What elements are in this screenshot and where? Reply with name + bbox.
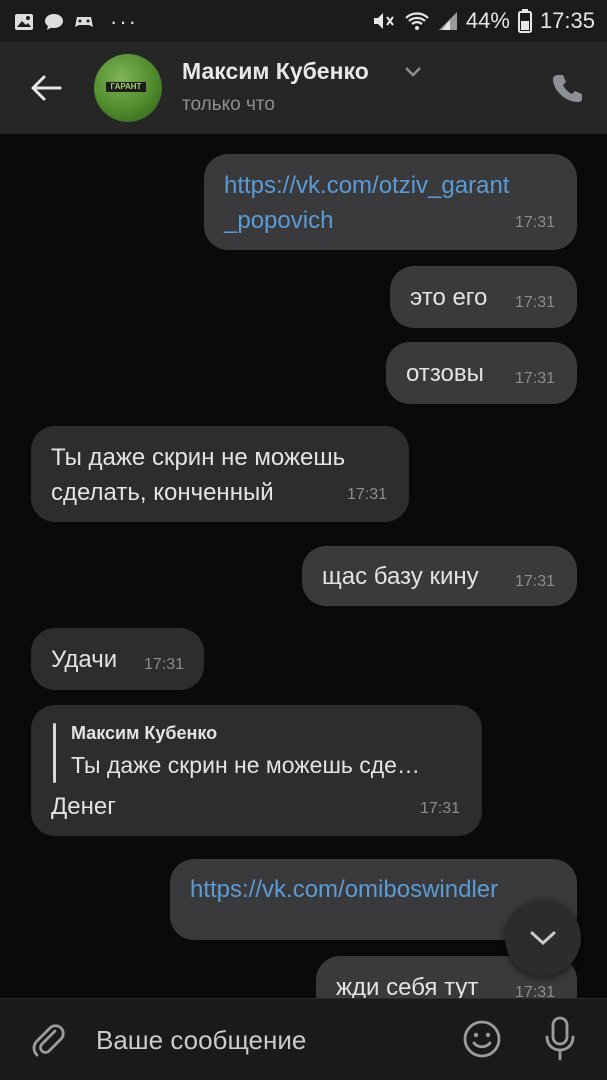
- message-text: Денег: [51, 793, 116, 820]
- message-text: жди себя тут: [336, 974, 479, 998]
- message-line: https://vk.com/otziv_garant: [224, 172, 510, 199]
- signal-icon: [438, 12, 457, 30]
- message-text: Удачи: [51, 646, 118, 673]
- reply-text[interactable]: Ты даже скрин не можешь сде…: [71, 749, 420, 781]
- message-line: _popovich: [224, 207, 334, 234]
- message-line: сделать, конченный: [51, 479, 274, 506]
- message-time: 17:31: [514, 370, 555, 387]
- message-bubble-outgoing[interactable]: щас базу кину 17:31: [302, 546, 577, 606]
- message-bubble-outgoing[interactable]: это его 17:31: [390, 266, 577, 328]
- notification-icons: ···: [14, 9, 138, 35]
- image-icon: [15, 14, 33, 30]
- message-bubble-outgoing[interactable]: https://vk.com/otziv_garant _popovich 17…: [204, 154, 577, 250]
- status-bar: ··· 44% 17:35: [0, 0, 607, 42]
- battery-icon: [517, 9, 532, 33]
- message-time: 17:31: [514, 573, 555, 590]
- chat-bubble-icon: [45, 14, 63, 30]
- quote-bar: [53, 723, 56, 783]
- message-list[interactable]: https://vk.com/otziv_garant _popovich 17…: [0, 134, 607, 998]
- scroll-to-bottom-button[interactable]: [505, 900, 581, 976]
- message-link[interactable]: https://vk.com/otziv_garant _popovich: [224, 168, 509, 238]
- message-time: 17:31: [514, 294, 555, 311]
- message-link[interactable]: https://vk.com/omiboswindler: [190, 872, 498, 907]
- emoji-icon[interactable]: [462, 1019, 502, 1059]
- chat-header: ГАРАНТ Максим Кубенко только что: [0, 42, 607, 134]
- battery-percent: 44%: [465, 8, 510, 33]
- message-time: 17:31: [514, 214, 555, 231]
- clock: 17:35: [539, 8, 595, 33]
- contact-name[interactable]: Максим Кубенко: [182, 58, 369, 85]
- reply-author[interactable]: Максим Кубенко: [71, 721, 217, 745]
- message-composer: Ваше сообщение: [0, 998, 607, 1080]
- chevron-down-icon[interactable]: [404, 66, 422, 78]
- message-text: Ты даже скрин не можешь сделать, конченн…: [51, 440, 345, 510]
- avatar-label: ГАРАНТ: [106, 82, 146, 92]
- back-arrow-icon[interactable]: [28, 70, 64, 106]
- message-time: 17:31: [143, 656, 184, 673]
- message-text: отзовы: [406, 360, 484, 387]
- phone-icon[interactable]: [551, 72, 583, 104]
- message-time: 17:31: [514, 984, 555, 998]
- message-bubble-incoming-reply[interactable]: Максим Кубенко Ты даже скрин не можешь с…: [31, 705, 482, 836]
- message-bubble-outgoing[interactable]: отзовы 17:31: [386, 342, 577, 404]
- message-bubble-incoming[interactable]: Удачи 17:31: [31, 628, 204, 690]
- microphone-icon[interactable]: [540, 1015, 580, 1063]
- paperclip-icon[interactable]: [28, 1019, 68, 1059]
- message-input[interactable]: Ваше сообщение: [96, 1025, 306, 1056]
- message-line: Ты даже скрин не можешь: [51, 444, 346, 471]
- game-icon: [75, 17, 93, 27]
- system-icons: 44% 17:35: [372, 8, 595, 34]
- message-bubble-incoming[interactable]: Ты даже скрин не можешь сделать, конченн…: [31, 426, 409, 522]
- message-text: щас базу кину: [322, 563, 479, 590]
- message-time: 17:31: [419, 800, 460, 817]
- wifi-icon: [405, 12, 429, 30]
- message-text: это его: [410, 284, 488, 311]
- mute-icon: [373, 13, 394, 29]
- chevron-down-icon: [530, 931, 556, 946]
- last-seen-status: только что: [182, 94, 275, 115]
- avatar[interactable]: ГАРАНТ: [94, 54, 162, 122]
- message-time: 17:31: [346, 486, 387, 503]
- more-notifications: ···: [110, 9, 138, 34]
